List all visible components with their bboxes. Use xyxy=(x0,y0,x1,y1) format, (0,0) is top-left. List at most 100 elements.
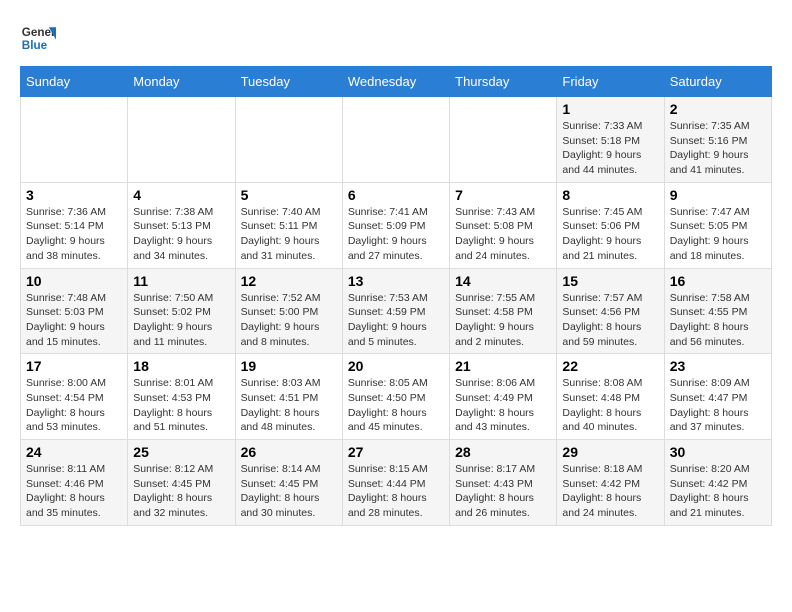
day-info: Sunrise: 7:48 AMSunset: 5:03 PMDaylight:… xyxy=(26,291,122,350)
day-number: 21 xyxy=(455,358,551,374)
day-number: 3 xyxy=(26,187,122,203)
day-number: 28 xyxy=(455,444,551,460)
day-info: Sunrise: 8:17 AMSunset: 4:43 PMDaylight:… xyxy=(455,462,551,521)
day-info: Sunrise: 7:50 AMSunset: 5:02 PMDaylight:… xyxy=(133,291,229,350)
day-info: Sunrise: 8:15 AMSunset: 4:44 PMDaylight:… xyxy=(348,462,444,521)
calendar-cell xyxy=(342,97,449,183)
day-info: Sunrise: 7:36 AMSunset: 5:14 PMDaylight:… xyxy=(26,205,122,264)
day-number: 20 xyxy=(348,358,444,374)
day-info: Sunrise: 7:40 AMSunset: 5:11 PMDaylight:… xyxy=(241,205,337,264)
day-info: Sunrise: 7:52 AMSunset: 5:00 PMDaylight:… xyxy=(241,291,337,350)
day-number: 8 xyxy=(562,187,658,203)
day-number: 2 xyxy=(670,101,766,117)
day-number: 19 xyxy=(241,358,337,374)
weekday-header-saturday: Saturday xyxy=(664,67,771,97)
day-number: 10 xyxy=(26,273,122,289)
day-number: 5 xyxy=(241,187,337,203)
day-info: Sunrise: 8:05 AMSunset: 4:50 PMDaylight:… xyxy=(348,376,444,435)
calendar-cell: 16 Sunrise: 7:58 AMSunset: 4:55 PMDayligh… xyxy=(664,268,771,354)
day-info: Sunrise: 7:53 AMSunset: 4:59 PMDaylight:… xyxy=(348,291,444,350)
page-header: General Blue xyxy=(20,20,772,56)
day-info: Sunrise: 8:09 AMSunset: 4:47 PMDaylight:… xyxy=(670,376,766,435)
weekday-header-friday: Friday xyxy=(557,67,664,97)
weekday-header-thursday: Thursday xyxy=(450,67,557,97)
day-number: 18 xyxy=(133,358,229,374)
day-number: 6 xyxy=(348,187,444,203)
calendar-cell: 15 Sunrise: 7:57 AMSunset: 4:56 PMDayligh… xyxy=(557,268,664,354)
calendar-cell: 3 Sunrise: 7:36 AMSunset: 5:14 PMDaylight… xyxy=(21,182,128,268)
day-info: Sunrise: 8:11 AMSunset: 4:46 PMDaylight:… xyxy=(26,462,122,521)
day-info: Sunrise: 7:58 AMSunset: 4:55 PMDaylight:… xyxy=(670,291,766,350)
calendar-cell: 4 Sunrise: 7:38 AMSunset: 5:13 PMDaylight… xyxy=(128,182,235,268)
day-info: Sunrise: 7:55 AMSunset: 4:58 PMDaylight:… xyxy=(455,291,551,350)
weekday-header-wednesday: Wednesday xyxy=(342,67,449,97)
day-number: 17 xyxy=(26,358,122,374)
day-number: 1 xyxy=(562,101,658,117)
day-info: Sunrise: 8:08 AMSunset: 4:48 PMDaylight:… xyxy=(562,376,658,435)
calendar-cell: 24Sunrise: 8:11 AMSunset: 4:46 PMDayligh… xyxy=(21,440,128,526)
day-info: Sunrise: 8:20 AMSunset: 4:42 PMDaylight:… xyxy=(670,462,766,521)
calendar-week-2: 3 Sunrise: 7:36 AMSunset: 5:14 PMDaylight… xyxy=(21,182,772,268)
day-number: 12 xyxy=(241,273,337,289)
calendar-cell: 22 Sunrise: 8:08 AMSunset: 4:48 PMDayligh… xyxy=(557,354,664,440)
day-info: Sunrise: 8:00 AMSunset: 4:54 PMDaylight:… xyxy=(26,376,122,435)
day-info: Sunrise: 7:43 AMSunset: 5:08 PMDaylight:… xyxy=(455,205,551,264)
day-info: Sunrise: 8:06 AMSunset: 4:49 PMDaylight:… xyxy=(455,376,551,435)
calendar-cell: 14 Sunrise: 7:55 AMSunset: 4:58 PMDayligh… xyxy=(450,268,557,354)
calendar-cell: 25Sunrise: 8:12 AMSunset: 4:45 PMDayligh… xyxy=(128,440,235,526)
day-number: 7 xyxy=(455,187,551,203)
calendar-cell: 26Sunrise: 8:14 AMSunset: 4:45 PMDayligh… xyxy=(235,440,342,526)
day-info: Sunrise: 7:41 AMSunset: 5:09 PMDaylight:… xyxy=(348,205,444,264)
day-number: 29 xyxy=(562,444,658,460)
day-number: 4 xyxy=(133,187,229,203)
calendar-cell: 1 Sunrise: 7:33 AMSunset: 5:18 PMDaylight… xyxy=(557,97,664,183)
calendar-week-5: 24Sunrise: 8:11 AMSunset: 4:46 PMDayligh… xyxy=(21,440,772,526)
day-info: Sunrise: 7:38 AMSunset: 5:13 PMDaylight:… xyxy=(133,205,229,264)
day-number: 9 xyxy=(670,187,766,203)
calendar-week-1: 1 Sunrise: 7:33 AMSunset: 5:18 PMDaylight… xyxy=(21,97,772,183)
day-info: Sunrise: 7:45 AMSunset: 5:06 PMDaylight:… xyxy=(562,205,658,264)
logo-icon: General Blue xyxy=(20,20,56,56)
day-number: 16 xyxy=(670,273,766,289)
calendar-week-4: 17 Sunrise: 8:00 AMSunset: 4:54 PMDayligh… xyxy=(21,354,772,440)
day-number: 25 xyxy=(133,444,229,460)
day-info: Sunrise: 8:01 AMSunset: 4:53 PMDaylight:… xyxy=(133,376,229,435)
calendar-cell: 12 Sunrise: 7:52 AMSunset: 5:00 PMDayligh… xyxy=(235,268,342,354)
calendar-cell xyxy=(21,97,128,183)
day-number: 15 xyxy=(562,273,658,289)
day-info: Sunrise: 7:47 AMSunset: 5:05 PMDaylight:… xyxy=(670,205,766,264)
calendar-cell: 2Sunrise: 7:35 AMSunset: 5:16 PMDaylight… xyxy=(664,97,771,183)
day-info: Sunrise: 7:57 AMSunset: 4:56 PMDaylight:… xyxy=(562,291,658,350)
day-number: 30 xyxy=(670,444,766,460)
day-info: Sunrise: 8:14 AMSunset: 4:45 PMDaylight:… xyxy=(241,462,337,521)
logo: General Blue xyxy=(20,20,56,56)
calendar-week-3: 10 Sunrise: 7:48 AMSunset: 5:03 PMDayligh… xyxy=(21,268,772,354)
calendar-header: SundayMondayTuesdayWednesdayThursdayFrid… xyxy=(21,67,772,97)
calendar-cell: 8 Sunrise: 7:45 AMSunset: 5:06 PMDaylight… xyxy=(557,182,664,268)
calendar-cell: 11 Sunrise: 7:50 AMSunset: 5:02 PMDayligh… xyxy=(128,268,235,354)
calendar-cell: 21 Sunrise: 8:06 AMSunset: 4:49 PMDayligh… xyxy=(450,354,557,440)
weekday-header-row: SundayMondayTuesdayWednesdayThursdayFrid… xyxy=(21,67,772,97)
calendar-table: SundayMondayTuesdayWednesdayThursdayFrid… xyxy=(20,66,772,526)
calendar-cell: 27 Sunrise: 8:15 AMSunset: 4:44 PMDayligh… xyxy=(342,440,449,526)
calendar-cell: 29 Sunrise: 8:18 AMSunset: 4:42 PMDayligh… xyxy=(557,440,664,526)
day-number: 27 xyxy=(348,444,444,460)
day-info: Sunrise: 8:18 AMSunset: 4:42 PMDaylight:… xyxy=(562,462,658,521)
day-number: 13 xyxy=(348,273,444,289)
day-number: 23 xyxy=(670,358,766,374)
calendar-cell: 28 Sunrise: 8:17 AMSunset: 4:43 PMDayligh… xyxy=(450,440,557,526)
calendar-cell: 6 Sunrise: 7:41 AMSunset: 5:09 PMDaylight… xyxy=(342,182,449,268)
calendar-cell: 18 Sunrise: 8:01 AMSunset: 4:53 PMDayligh… xyxy=(128,354,235,440)
calendar-cell: 9 Sunrise: 7:47 AMSunset: 5:05 PMDaylight… xyxy=(664,182,771,268)
calendar-cell: 19Sunrise: 8:03 AMSunset: 4:51 PMDayligh… xyxy=(235,354,342,440)
calendar-cell: 10 Sunrise: 7:48 AMSunset: 5:03 PMDayligh… xyxy=(21,268,128,354)
calendar-body: 1 Sunrise: 7:33 AMSunset: 5:18 PMDaylight… xyxy=(21,97,772,526)
calendar-cell: 30 Sunrise: 8:20 AMSunset: 4:42 PMDayligh… xyxy=(664,440,771,526)
weekday-header-sunday: Sunday xyxy=(21,67,128,97)
day-number: 14 xyxy=(455,273,551,289)
day-info: Sunrise: 7:33 AMSunset: 5:18 PMDaylight:… xyxy=(562,119,658,178)
day-number: 22 xyxy=(562,358,658,374)
calendar-cell: 23 Sunrise: 8:09 AMSunset: 4:47 PMDayligh… xyxy=(664,354,771,440)
calendar-cell: 20 Sunrise: 8:05 AMSunset: 4:50 PMDayligh… xyxy=(342,354,449,440)
day-number: 11 xyxy=(133,273,229,289)
